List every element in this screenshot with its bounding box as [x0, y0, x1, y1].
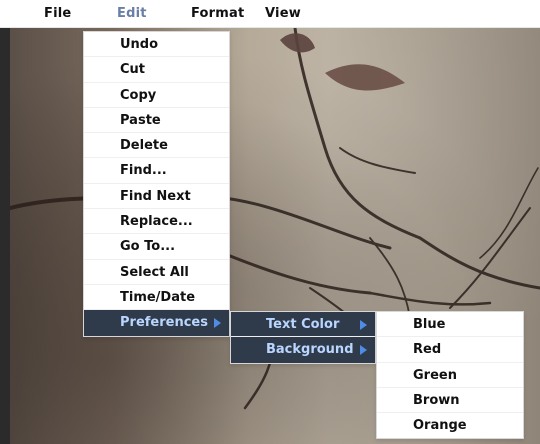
edit-menu-item-preferences[interactable]: Preferences — [84, 310, 229, 336]
edit-menu-item-go-to[interactable]: Go To... — [84, 234, 229, 260]
chevron-right-icon — [360, 345, 367, 356]
chevron-right-icon — [214, 318, 221, 329]
menubar-format[interactable]: Format — [191, 6, 244, 24]
edit-menu-item-replace[interactable]: Replace... — [84, 209, 229, 235]
chevron-right-icon — [360, 320, 367, 330]
edit-menu-item-undo[interactable]: Undo — [84, 32, 229, 58]
text-color-item-brown[interactable]: Brown — [377, 388, 523, 414]
menubar: File Edit Format View — [0, 0, 540, 28]
edit-menu: Undo Cut Copy Paste Delete Find... Find … — [83, 31, 230, 337]
edit-menu-item-find-next[interactable]: Find Next — [84, 184, 229, 210]
menubar-file[interactable]: File — [44, 6, 71, 24]
edit-menu-item-time-date[interactable]: Time/Date — [84, 285, 229, 311]
preferences-item-background[interactable]: Background — [231, 337, 375, 363]
edit-menu-item-cut[interactable]: Cut — [84, 57, 229, 83]
text-color-item-blue[interactable]: Blue — [377, 312, 523, 338]
edit-menu-item-find[interactable]: Find... — [84, 158, 229, 184]
preferences-item-background-label: Background — [266, 342, 354, 358]
preferences-item-text-color[interactable]: Text Color — [231, 312, 375, 338]
edit-menu-item-delete[interactable]: Delete — [84, 133, 229, 159]
edit-menu-item-preferences-label: Preferences — [120, 315, 208, 331]
text-color-item-red[interactable]: Red — [377, 337, 523, 363]
edit-menu-item-select-all[interactable]: Select All — [84, 260, 229, 285]
edit-menu-item-copy[interactable]: Copy — [84, 83, 229, 108]
menubar-edit[interactable]: Edit — [117, 6, 147, 24]
preferences-item-text-color-label: Text Color — [266, 317, 340, 332]
edit-menu-item-paste[interactable]: Paste — [84, 108, 229, 134]
text-color-submenu: Blue Red Green Brown Orange — [376, 311, 524, 440]
menubar-view[interactable]: View — [265, 6, 301, 24]
preferences-submenu: Text Color Background — [230, 311, 376, 364]
left-frame — [0, 28, 10, 444]
text-color-item-green[interactable]: Green — [377, 363, 523, 388]
text-color-item-orange[interactable]: Orange — [377, 413, 523, 438]
